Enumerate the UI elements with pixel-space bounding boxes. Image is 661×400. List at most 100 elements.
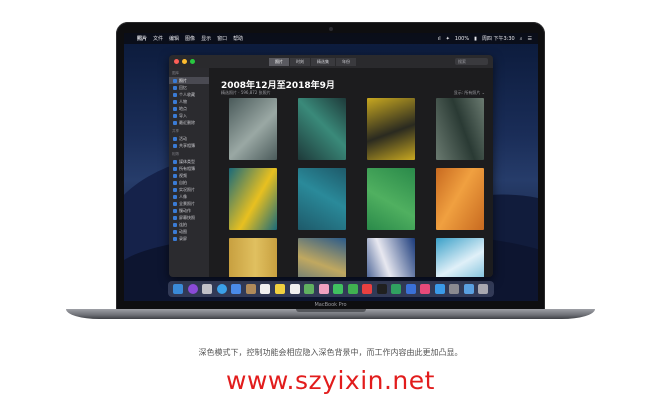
menu-item[interactable]: 编辑 [169,35,179,42]
reminders-icon[interactable] [289,284,300,294]
sidebar-item-label: 照片 [179,77,187,83]
sidebar-item[interactable]: 自拍 [169,179,209,186]
sidebar-item[interactable]: 活动 [169,135,209,142]
wifi-icon[interactable]: ıl [438,36,441,42]
view-tabs: 照片 时刻 精选集 年份 [269,58,357,66]
photos-window: 照片 时刻 精选集 年份 搜索 图库 照片 回忆 个人收藏 人物 地点 导入 最近删除 共享 活动… [169,55,493,277]
sidebar-heading: 图库 [172,71,179,75]
sidebar-item[interactable]: 慢动作 [169,207,209,214]
sidebar-item-label: 自拍 [179,179,187,185]
photo-10[interactable] [298,238,346,277]
page-subtitle: 精选照片 · 596,872 张照片 [221,90,271,95]
sidebar-item-icon [173,106,177,111]
photo-2[interactable] [298,98,346,160]
photo-11[interactable] [367,238,415,277]
sidebar-item-icon [173,78,177,83]
photo-5[interactable] [229,168,277,230]
sidebar-item[interactable]: 照片 [169,77,209,84]
numbers-icon[interactable] [391,284,402,294]
facetime-icon[interactable] [347,284,358,294]
photo-8[interactable] [436,168,484,230]
close-button[interactable] [174,59,179,64]
zoom-button[interactable] [190,59,195,64]
siri-icon[interactable] [187,284,198,294]
watermark: www.szyixin.net [226,366,435,395]
sidebar-item-icon [173,85,177,90]
sidebar-item[interactable]: 导入 [169,112,209,119]
contacts-icon[interactable] [245,284,256,294]
sidebar-item[interactable]: 录屏 [169,235,209,242]
spotlight-icon[interactable]: ⌕ [520,36,523,42]
sidebar-item[interactable]: 地点 [169,105,209,112]
sidebar-item[interactable]: 回忆 [169,84,209,91]
menu-item[interactable]: 图像 [185,35,195,42]
bluetooth-icon[interactable]: ✦ [446,36,450,42]
filter-dropdown[interactable]: 显示: 所有照片 ⌄ [454,90,485,96]
preferences-icon[interactable] [449,284,460,294]
photo-12[interactable] [436,238,484,277]
maps-icon[interactable] [304,284,315,294]
menu-item[interactable]: 窗口 [217,35,227,42]
news-icon[interactable] [362,284,373,294]
search-input[interactable]: 搜索 [455,58,488,65]
photo-3[interactable] [367,98,415,160]
sidebar-item-icon [173,113,177,118]
sidebar-item[interactable]: 屏幕快照 [169,214,209,221]
sidebar-item[interactable]: 实况照片 [169,186,209,193]
camera [328,27,333,31]
tab-years[interactable]: 年份 [336,58,357,66]
sidebar-item[interactable]: 共享相簿 [169,142,209,149]
calendar-icon[interactable] [260,284,271,294]
sidebar-item[interactable]: 人物 [169,98,209,105]
menu-item[interactable]: 显示 [201,35,211,42]
folder-icon[interactable] [463,284,474,294]
tab-photos[interactable]: 照片 [269,58,290,66]
menu-bar: 照片 文件 编辑 图像 显示 窗口 帮助 ıl ✦ 100% ▮ 周四 下午3:… [124,33,538,44]
safari-icon[interactable] [216,284,227,294]
clock[interactable]: 周四 下午3:30 [482,35,515,42]
sidebar-item[interactable]: 动图 [169,228,209,235]
photo-7[interactable] [367,168,415,230]
sidebar-item-label: 所有相簿 [179,165,195,171]
photo-6[interactable] [298,168,346,230]
sidebar-item-icon [173,180,177,185]
trash-icon[interactable] [478,284,489,294]
sidebar-item-label: 地点 [179,105,187,111]
sidebar-item-label: 录屏 [179,235,187,241]
tab-moments[interactable]: 时刻 [290,58,311,66]
sidebar-item[interactable]: 视频 [169,172,209,179]
appstore-icon[interactable] [434,284,445,294]
music-icon[interactable] [420,284,431,294]
mail-icon[interactable] [231,284,242,294]
finder-icon[interactable] [173,284,184,294]
stocks-icon[interactable] [376,284,387,294]
sidebar-item-icon [173,92,177,97]
sidebar-item[interactable]: 连拍 [169,221,209,228]
sidebar-item[interactable]: 媒体类型 [169,158,209,165]
sidebar-item[interactable]: 全景照片 [169,200,209,207]
keynote-icon[interactable] [405,284,416,294]
photo-9[interactable] [229,238,277,277]
messages-icon[interactable] [333,284,344,294]
notes-icon[interactable] [274,284,285,294]
launchpad-icon[interactable] [202,284,213,294]
sidebar-item-label: 回忆 [179,84,187,90]
photo-4[interactable] [436,98,484,160]
minimize-button[interactable] [182,59,187,64]
menu-item[interactable]: 文件 [153,35,163,42]
photo-content: 2008年12月至2018年9月 精选照片 · 596,872 张照片 显示: … [209,68,493,277]
photos-icon[interactable] [318,284,329,294]
menu-app[interactable]: 照片 [137,35,147,42]
sidebar-item[interactable]: 个人收藏 [169,91,209,98]
menu-item[interactable]: 帮助 [233,35,243,42]
sidebar-item-label: 慢动作 [179,207,191,213]
sidebar-item[interactable]: 所有相簿 [169,165,209,172]
sidebar-item[interactable]: 最近删除 [169,119,209,126]
sidebar-item[interactable]: 人像 [169,193,209,200]
notification-center-icon[interactable]: ☰ [528,36,532,42]
tab-collections[interactable]: 精选集 [311,58,336,66]
photo-1[interactable] [229,98,277,160]
battery-percent[interactable]: 100% [455,36,469,42]
sidebar-item-icon [173,143,177,148]
battery-icon[interactable]: ▮ [474,36,477,42]
